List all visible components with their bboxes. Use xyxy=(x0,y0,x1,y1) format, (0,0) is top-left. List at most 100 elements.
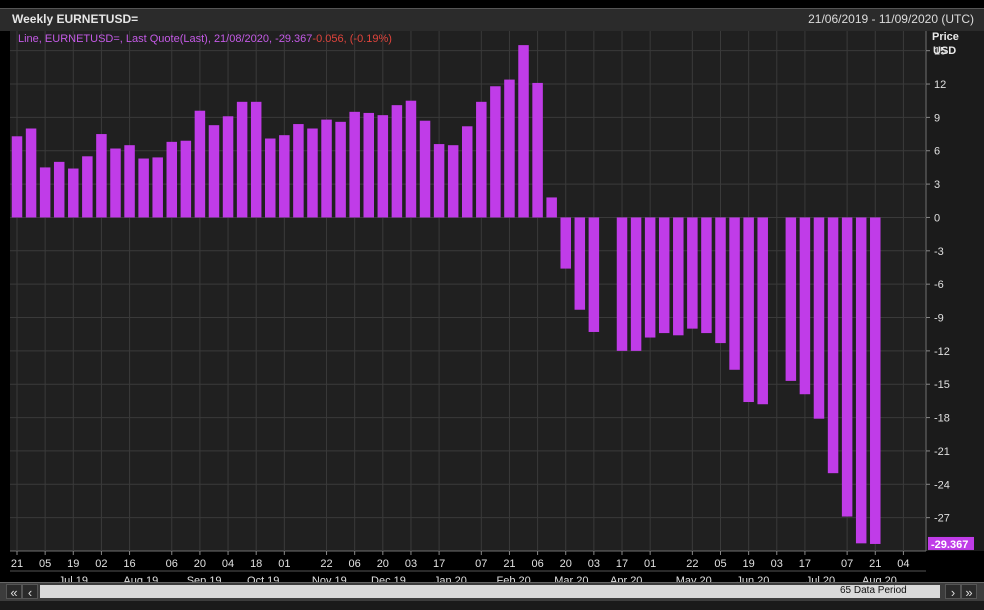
x-month-tick-label: Jan 20 xyxy=(434,575,467,582)
scroll-first-button[interactable]: « xyxy=(6,584,22,600)
bar xyxy=(673,217,684,336)
data-period-label: 65 Data Period xyxy=(840,585,907,596)
bar xyxy=(377,115,389,218)
y-tick-label: 9 xyxy=(934,112,940,124)
bar xyxy=(574,217,586,310)
x-month-tick-label: Aug 19 xyxy=(123,575,158,582)
x-day-tick-label: 01 xyxy=(644,558,656,570)
last-value-label: -29.367 xyxy=(931,539,968,551)
x-day-tick-label: 21 xyxy=(11,558,23,570)
bar xyxy=(363,112,374,218)
x-day-tick-label: 03 xyxy=(771,558,783,570)
x-day-tick-label: 22 xyxy=(686,558,698,570)
x-month-tick-label: Oct 19 xyxy=(247,575,279,582)
bar xyxy=(813,217,825,419)
x-day-tick-label: 19 xyxy=(67,558,79,570)
chart-window: Weekly EURNETUSD= 21/06/2019 - 11/09/202… xyxy=(0,0,984,610)
y-tick-label: -9 xyxy=(934,313,944,325)
legend-line: Line, EURNETUSD=, Last Quote(Last), 21/0… xyxy=(18,33,392,45)
x-day-tick-label: 02 xyxy=(95,558,107,570)
x-day-tick-label: 03 xyxy=(588,558,600,570)
bar xyxy=(180,140,192,218)
scroll-prev-button[interactable]: ‹ xyxy=(22,584,38,600)
bar xyxy=(349,111,360,218)
bar xyxy=(715,217,726,344)
bar xyxy=(208,125,220,218)
bar xyxy=(307,128,318,218)
bar xyxy=(588,217,600,332)
scroll-next-button[interactable]: › xyxy=(945,584,961,600)
bar xyxy=(743,217,754,403)
bar xyxy=(532,82,543,218)
x-day-tick-label: 18 xyxy=(250,558,262,570)
y-tick-label: -12 xyxy=(934,346,950,358)
bar xyxy=(701,217,712,334)
bar xyxy=(658,217,670,334)
bar xyxy=(152,157,163,218)
bar xyxy=(53,161,65,218)
bar xyxy=(644,217,656,338)
bar xyxy=(293,124,304,218)
bar xyxy=(757,217,768,405)
x-month-tick-label: Apr 20 xyxy=(610,575,642,582)
bar xyxy=(335,121,346,218)
x-month-tick-label: Feb 20 xyxy=(497,575,531,582)
bar xyxy=(236,101,248,218)
x-day-tick-label: 16 xyxy=(123,558,135,570)
bar xyxy=(250,101,262,218)
y-axis-title: Price xyxy=(932,31,959,43)
bar xyxy=(222,116,234,218)
x-day-tick-label: 05 xyxy=(39,558,51,570)
bar xyxy=(785,217,797,381)
bar xyxy=(166,141,178,218)
x-month-tick-label: Sep 19 xyxy=(187,575,222,582)
x-month-tick-label: Dec 19 xyxy=(371,575,406,582)
title-bar: Weekly EURNETUSD= 21/06/2019 - 11/09/202… xyxy=(0,8,984,31)
x-day-tick-label: 03 xyxy=(405,558,417,570)
bar xyxy=(391,105,403,218)
y-tick-label: 12 xyxy=(934,79,946,91)
scroll-track[interactable] xyxy=(40,585,940,598)
bar xyxy=(504,79,515,218)
x-day-tick-label: 17 xyxy=(616,558,628,570)
x-month-tick-label: Nov 19 xyxy=(312,575,347,582)
bar xyxy=(616,217,628,351)
bar xyxy=(687,217,698,329)
x-day-tick-label: 17 xyxy=(433,558,445,570)
y-tick-label: -3 xyxy=(934,246,944,258)
x-day-tick-label: 06 xyxy=(349,558,361,570)
bar xyxy=(461,126,473,218)
bar xyxy=(321,119,332,218)
scroll-last-button[interactable]: » xyxy=(961,584,977,600)
bar xyxy=(841,217,853,517)
bar xyxy=(870,217,881,544)
y-tick-label: 0 xyxy=(934,212,940,224)
x-day-tick-label: 20 xyxy=(377,558,389,570)
x-day-tick-label: 21 xyxy=(869,558,881,570)
chart-title: Weekly EURNETUSD= xyxy=(12,12,139,26)
legend-change: -0.056 xyxy=(312,33,343,45)
x-month-tick-label: May 20 xyxy=(676,575,712,582)
bar xyxy=(124,145,135,218)
y-tick-label: -6 xyxy=(934,279,944,291)
x-day-tick-label: 07 xyxy=(841,558,853,570)
last-value-marker: -29.367 xyxy=(928,536,974,551)
y-tick-label: -18 xyxy=(934,413,950,425)
bar xyxy=(265,138,276,218)
legend-prefix: Line, EURNETUSD=, Last Quote(Last), 21/0… xyxy=(18,33,312,45)
bar xyxy=(855,217,867,544)
date-range: 21/06/2019 - 11/09/2020 (UTC) xyxy=(808,12,974,26)
bar xyxy=(110,148,121,218)
bar xyxy=(546,197,557,218)
x-month-tick-label: Jul 19 xyxy=(59,575,88,582)
bar xyxy=(11,136,23,218)
chart-area[interactable]: 15129630-3-6-9-12-15-18-21-24-27 21 05 19 0… xyxy=(0,31,984,582)
y-tick-label: -24 xyxy=(934,479,950,491)
y-tick-label: -27 xyxy=(934,513,950,525)
bar xyxy=(560,217,571,269)
x-day-tick-label: 21 xyxy=(503,558,515,570)
x-month-tick-label: Aug 20 xyxy=(862,575,897,582)
x-day-tick-label: 17 xyxy=(799,558,811,570)
bar xyxy=(490,86,501,218)
time-scrollbar[interactable]: « ‹ 65 Data Period › » xyxy=(0,582,984,601)
